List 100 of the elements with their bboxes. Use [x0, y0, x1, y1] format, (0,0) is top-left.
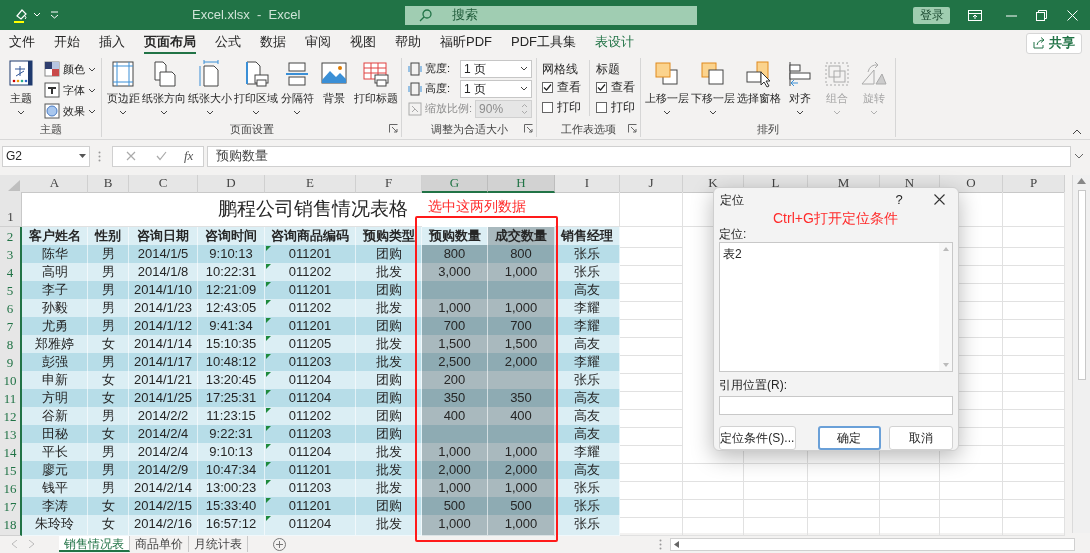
grid-cell[interactable]	[1003, 371, 1065, 392]
scroll-thumb[interactable]	[1077, 190, 1086, 380]
ribbon-button[interactable]: 背景	[316, 60, 353, 105]
checkbox[interactable]	[542, 101, 553, 113]
dropdown-field[interactable]: 1 页	[460, 59, 532, 78]
ribbon-display-icon[interactable]	[968, 9, 982, 21]
grid-cell[interactable]	[620, 443, 683, 464]
scroll-up-icon[interactable]	[1077, 178, 1086, 184]
splitter-handle-icon[interactable]	[659, 538, 662, 550]
caret-icon[interactable]	[119, 110, 127, 115]
scroll-left-icon[interactable]	[674, 540, 679, 548]
caret-icon[interactable]	[520, 86, 528, 91]
formula-input[interactable]: 预购数量	[207, 145, 1071, 167]
sheet-tab[interactable]: 商品单价	[130, 536, 189, 552]
grid-cell[interactable]	[1003, 497, 1065, 518]
column-header[interactable]: J	[620, 175, 683, 193]
grid-cell[interactable]	[620, 227, 683, 248]
row-header[interactable]: 11	[0, 389, 22, 410]
row-header[interactable]: 4	[0, 263, 22, 284]
column-header[interactable]: P	[1003, 175, 1065, 193]
ribbon-button[interactable]: 对齐	[782, 60, 818, 115]
ribbon-tab[interactable]: 数据	[260, 32, 286, 54]
caret-icon[interactable]	[206, 110, 215, 115]
grid-cell[interactable]	[1003, 317, 1065, 338]
caret-icon[interactable]	[79, 154, 86, 158]
grid-cell[interactable]	[620, 479, 683, 500]
dropdown-field[interactable]: 1 页	[460, 79, 532, 98]
expand-formula-icon[interactable]	[1074, 153, 1084, 159]
ribbon-tab[interactable]: 审阅	[305, 32, 331, 54]
ribbon-tab[interactable]: PDF工具集	[511, 32, 576, 54]
caret-icon[interactable]	[708, 110, 717, 115]
ribbon-tab[interactable]: 插入	[99, 32, 125, 54]
grid-cell[interactable]	[620, 299, 683, 320]
grid-cell[interactable]	[1003, 461, 1065, 482]
grid-cell[interactable]	[940, 461, 1003, 482]
grid-cell[interactable]	[620, 407, 683, 428]
share-button[interactable]: 共享	[1026, 32, 1082, 54]
grid-cell[interactable]	[940, 515, 1003, 536]
column-header[interactable]: A	[22, 175, 88, 193]
collapse-ribbon-icon[interactable]	[1072, 129, 1082, 135]
grid-cell[interactable]	[808, 461, 880, 482]
ribbon-button[interactable]: 纸张大小	[187, 60, 233, 115]
name-box[interactable]: G2	[2, 145, 90, 167]
column-header[interactable]: H	[488, 175, 555, 193]
grid-cell[interactable]	[1003, 515, 1065, 536]
dialog-button[interactable]: 定位条件(S)...	[719, 426, 796, 450]
scroll-down-icon[interactable]	[942, 362, 949, 367]
ribbon-button[interactable]: 打印区域	[233, 60, 279, 115]
ribbon-tab[interactable]: 表设计	[595, 32, 634, 54]
dialog-launcher-icon[interactable]	[628, 124, 637, 133]
caret-icon[interactable]	[662, 110, 671, 115]
grid-cell[interactable]	[1003, 425, 1065, 446]
grid-cell[interactable]	[940, 497, 1003, 518]
row-header[interactable]: 1	[0, 192, 22, 227]
grid-cell[interactable]	[1003, 353, 1065, 374]
ribbon-button[interactable]: 主题	[3, 60, 39, 115]
checkmark-icon[interactable]	[156, 151, 167, 161]
grid-cell[interactable]	[880, 515, 940, 536]
ribbon-tab[interactable]: 页面布局	[144, 32, 196, 54]
grid-cell[interactable]	[1003, 335, 1065, 356]
caret-icon[interactable]	[160, 110, 169, 115]
reference-input[interactable]	[719, 395, 953, 415]
grid-cell[interactable]	[744, 515, 808, 536]
add-sheet-icon[interactable]	[273, 537, 286, 551]
ribbon-button[interactable]: 打印标题	[353, 60, 398, 105]
column-header[interactable]: G	[422, 175, 488, 193]
column-header[interactable]: D	[198, 175, 265, 193]
grid-cell[interactable]	[683, 479, 744, 500]
column-header[interactable]: B	[88, 175, 129, 193]
dialog-button[interactable]: 取消	[889, 426, 953, 450]
grid-cell[interactable]	[1003, 407, 1065, 428]
grid-cell[interactable]	[620, 281, 683, 302]
grid-cell[interactable]	[1003, 245, 1065, 266]
row-header[interactable]: 13	[0, 425, 22, 446]
grid-cell[interactable]	[1003, 479, 1065, 500]
checkbox[interactable]	[596, 101, 607, 113]
grid-cell[interactable]	[880, 479, 940, 500]
grid-cell[interactable]	[1003, 227, 1065, 248]
grid-cell[interactable]	[620, 317, 683, 338]
grid-cell[interactable]	[620, 425, 683, 446]
row-header[interactable]: 10	[0, 371, 22, 392]
grid-cell[interactable]	[620, 192, 683, 227]
grid-cell[interactable]	[683, 461, 744, 482]
grid-cell[interactable]	[620, 371, 683, 392]
ribbon-button[interactable]: 选择窗格	[736, 60, 781, 105]
ribbon-button[interactable]: 下移一层	[690, 60, 735, 115]
ribbon-tab[interactable]: 视图	[350, 32, 376, 54]
dialog-launcher-icon[interactable]	[524, 124, 533, 133]
row-header[interactable]: 9	[0, 353, 22, 374]
ribbon-button[interactable]: 纸张方向	[142, 60, 187, 115]
grid-cell[interactable]	[620, 335, 683, 356]
row-header[interactable]: 8	[0, 335, 22, 356]
dialog-launcher-icon[interactable]	[389, 124, 398, 133]
column-header[interactable]: I	[555, 175, 620, 193]
spin-arrows-icon[interactable]	[521, 102, 528, 115]
caret-icon[interactable]	[88, 66, 96, 72]
grid-cell[interactable]	[620, 461, 683, 482]
dialog-button[interactable]: 确定	[817, 426, 882, 450]
ribbon-tab[interactable]: 福昕PDF	[440, 32, 492, 54]
column-header[interactable]: C	[129, 175, 198, 193]
